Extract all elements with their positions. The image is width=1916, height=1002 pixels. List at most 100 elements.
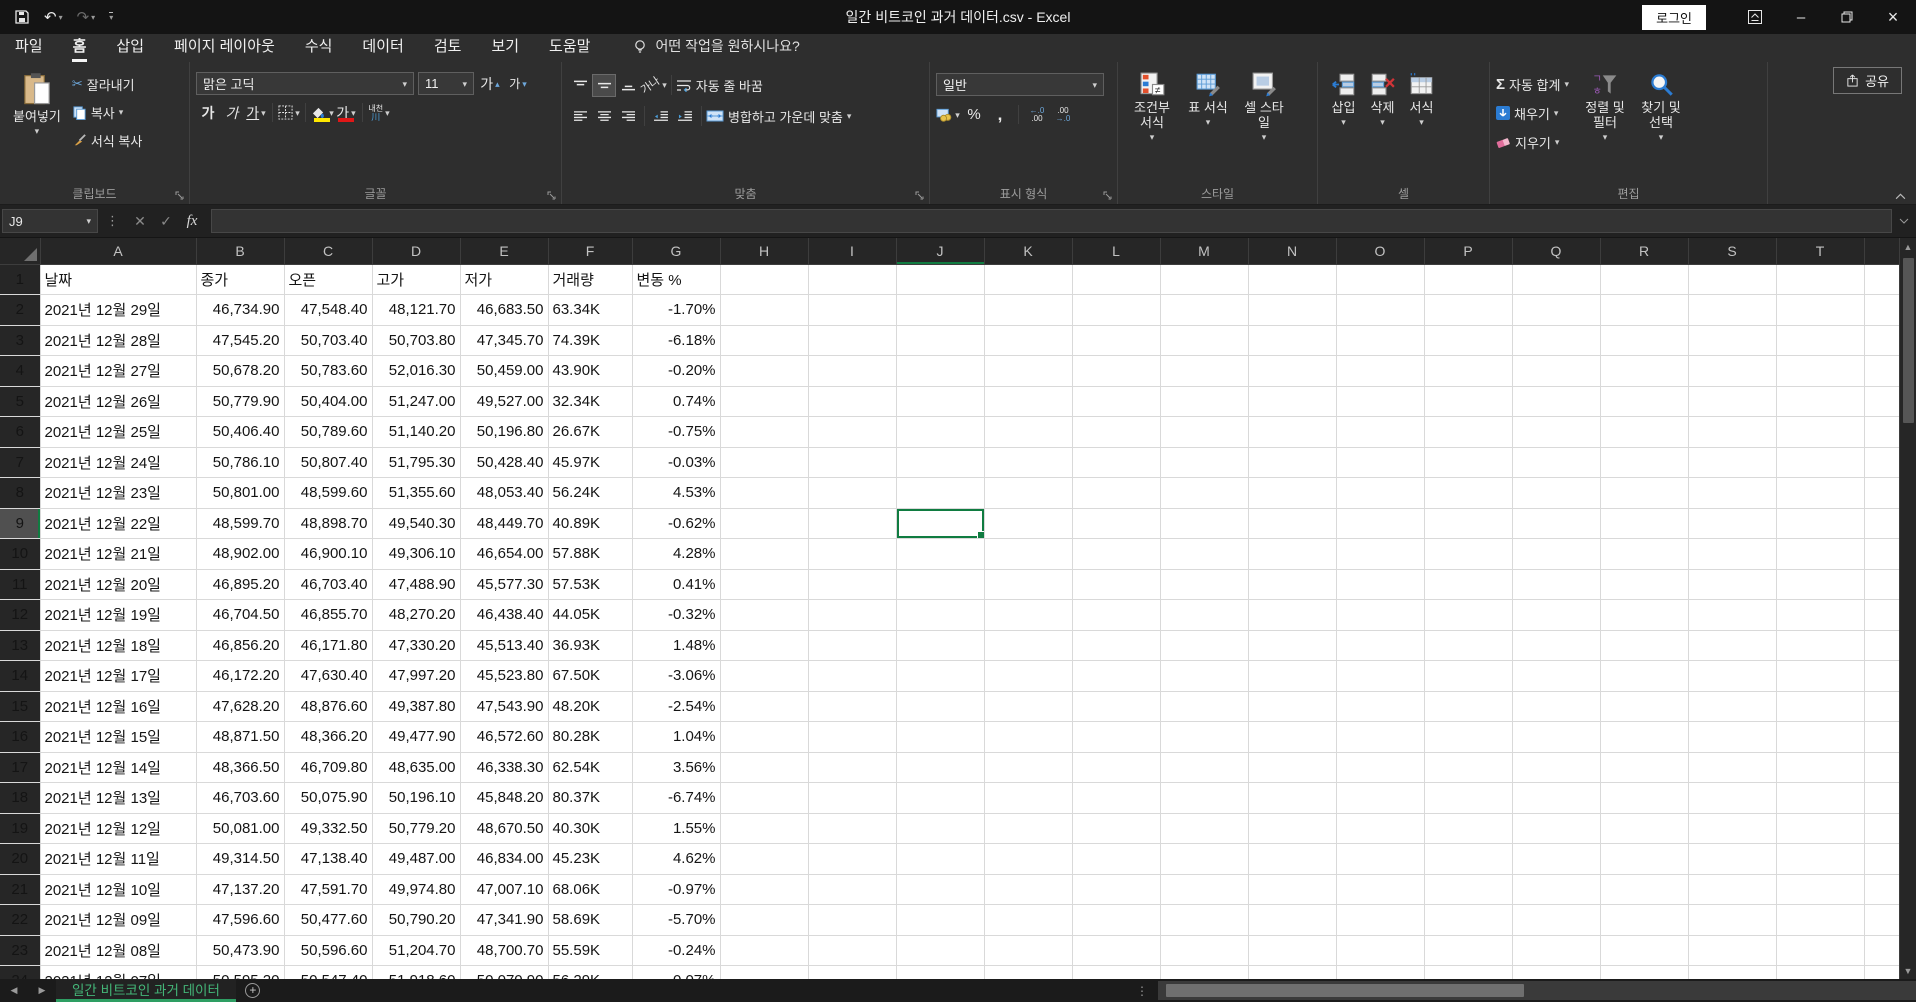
cell-T3[interactable] (1776, 325, 1864, 356)
cell-L8[interactable] (1072, 478, 1160, 509)
italic-button[interactable]: 가 (220, 101, 244, 124)
cell-R12[interactable] (1600, 600, 1688, 631)
cell-R17[interactable] (1600, 752, 1688, 783)
cell-N4[interactable] (1248, 356, 1336, 387)
column-header-partial[interactable] (1864, 238, 1900, 264)
cell-I18[interactable] (808, 783, 896, 814)
delete-cells-button[interactable]: 삭제 ▾ (1363, 68, 1402, 182)
align-bottom-button[interactable] (616, 74, 640, 97)
cell-D2[interactable]: 48,121.70 (372, 295, 460, 326)
column-header-L[interactable]: L (1072, 238, 1160, 264)
cell-A1[interactable]: 날짜 (40, 264, 196, 295)
cell-N21[interactable] (1248, 874, 1336, 905)
cell-Q4[interactable] (1512, 356, 1600, 387)
cell-E8[interactable]: 48,053.40 (460, 478, 548, 509)
cell-T8[interactable] (1776, 478, 1864, 509)
cell-J3[interactable] (896, 325, 984, 356)
wrap-text-button[interactable]: 자동 줄 바꿈 (676, 73, 763, 97)
column-header-Q[interactable]: Q (1512, 238, 1600, 264)
cell-L3[interactable] (1072, 325, 1160, 356)
cell-partial23[interactable] (1864, 935, 1900, 966)
cell-partial1[interactable] (1864, 264, 1900, 295)
cell-Q10[interactable] (1512, 539, 1600, 570)
find-select-button[interactable]: 찾기 및 선택 ▾ (1633, 68, 1689, 182)
horizontal-scrollbar[interactable] (1158, 981, 1916, 1000)
cell-F9[interactable]: 40.89K (548, 508, 632, 539)
cell-S5[interactable] (1688, 386, 1776, 417)
cell-B11[interactable]: 46,895.20 (196, 569, 284, 600)
cell-Q15[interactable] (1512, 691, 1600, 722)
cell-K19[interactable] (984, 813, 1072, 844)
confirm-entry-button[interactable]: ✓ (153, 213, 179, 230)
cell-T9[interactable] (1776, 508, 1864, 539)
cell-L15[interactable] (1072, 691, 1160, 722)
cell-partial12[interactable] (1864, 600, 1900, 631)
cell-S1[interactable] (1688, 264, 1776, 295)
cell-G10[interactable]: 4.28% (632, 539, 720, 570)
cell-L6[interactable] (1072, 417, 1160, 448)
cell-F10[interactable]: 57.88K (548, 539, 632, 570)
cell-N10[interactable] (1248, 539, 1336, 570)
cell-N16[interactable] (1248, 722, 1336, 753)
cell-R2[interactable] (1600, 295, 1688, 326)
cell-T19[interactable] (1776, 813, 1864, 844)
cell-E13[interactable]: 45,513.40 (460, 630, 548, 661)
cell-B2[interactable]: 46,734.90 (196, 295, 284, 326)
number-format-select[interactable]: 일반▾ (936, 73, 1104, 96)
cell-F19[interactable]: 40.30K (548, 813, 632, 844)
cell-A12[interactable]: 2021년 12월 19일 (40, 600, 196, 631)
cell-O14[interactable] (1336, 661, 1424, 692)
cell-F20[interactable]: 45.23K (548, 844, 632, 875)
cell-H23[interactable] (720, 935, 808, 966)
cell-G7[interactable]: -0.03% (632, 447, 720, 478)
previous-sheet-button[interactable]: ◀ (0, 979, 28, 1002)
cell-T6[interactable] (1776, 417, 1864, 448)
cell-B1[interactable]: 종가 (196, 264, 284, 295)
cell-partial8[interactable] (1864, 478, 1900, 509)
cell-G18[interactable]: -6.74% (632, 783, 720, 814)
percent-style-button[interactable]: % (962, 103, 986, 126)
cell-P12[interactable] (1424, 600, 1512, 631)
cell-S4[interactable] (1688, 356, 1776, 387)
cell-I12[interactable] (808, 600, 896, 631)
column-header-J[interactable]: J (896, 238, 984, 264)
undo-button[interactable]: ↶▾ (44, 8, 63, 26)
cell-T16[interactable] (1776, 722, 1864, 753)
cell-E10[interactable]: 46,654.00 (460, 539, 548, 570)
cell-partial6[interactable] (1864, 417, 1900, 448)
cell-G24[interactable]: 0.07% (632, 966, 720, 980)
cell-M23[interactable] (1160, 935, 1248, 966)
cell-T10[interactable] (1776, 539, 1864, 570)
cell-O23[interactable] (1336, 935, 1424, 966)
cell-D15[interactable]: 49,387.80 (372, 691, 460, 722)
cell-E11[interactable]: 45,577.30 (460, 569, 548, 600)
cell-G11[interactable]: 0.41% (632, 569, 720, 600)
cell-K16[interactable] (984, 722, 1072, 753)
cell-S24[interactable] (1688, 966, 1776, 980)
cell-O11[interactable] (1336, 569, 1424, 600)
cell-T13[interactable] (1776, 630, 1864, 661)
cell-L13[interactable] (1072, 630, 1160, 661)
row-header-3[interactable]: 3 (0, 325, 40, 356)
cell-C24[interactable]: 50,547.40 (284, 966, 372, 980)
cell-P17[interactable] (1424, 752, 1512, 783)
cell-M21[interactable] (1160, 874, 1248, 905)
cell-R19[interactable] (1600, 813, 1688, 844)
cell-C4[interactable]: 50,783.60 (284, 356, 372, 387)
cell-G19[interactable]: 1.55% (632, 813, 720, 844)
cell-P16[interactable] (1424, 722, 1512, 753)
cell-L16[interactable] (1072, 722, 1160, 753)
cell-L2[interactable] (1072, 295, 1160, 326)
cell-M8[interactable] (1160, 478, 1248, 509)
cell-G15[interactable]: -2.54% (632, 691, 720, 722)
cell-P5[interactable] (1424, 386, 1512, 417)
row-header-9[interactable]: 9 (0, 508, 40, 539)
cell-N23[interactable] (1248, 935, 1336, 966)
cell-J7[interactable] (896, 447, 984, 478)
row-header-1[interactable]: 1 (0, 264, 40, 295)
cell-P2[interactable] (1424, 295, 1512, 326)
cell-G5[interactable]: 0.74% (632, 386, 720, 417)
cell-A7[interactable]: 2021년 12월 24일 (40, 447, 196, 478)
cell-Q23[interactable] (1512, 935, 1600, 966)
cell-R9[interactable] (1600, 508, 1688, 539)
